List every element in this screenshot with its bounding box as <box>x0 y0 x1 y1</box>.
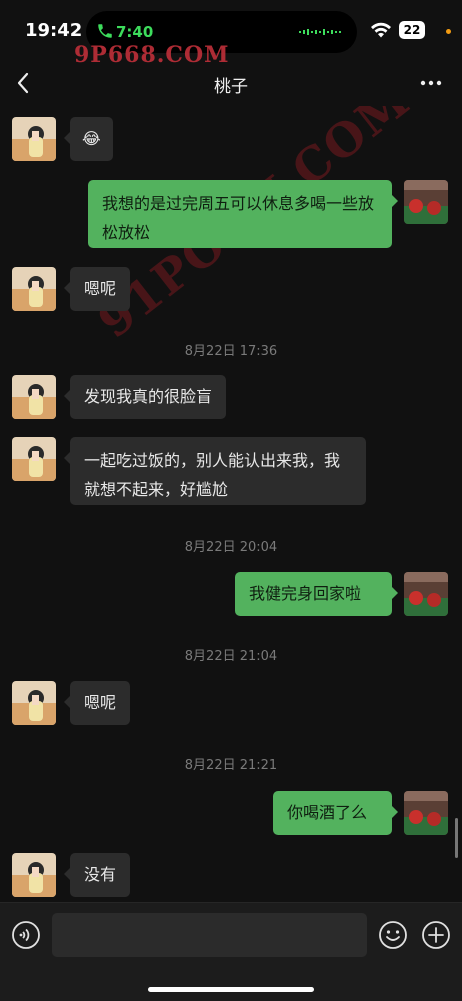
scrollbar[interactable] <box>455 818 458 858</box>
contact-avatar[interactable] <box>12 681 56 725</box>
message-timestamp: 8月22日 20:04 <box>184 540 278 555</box>
my-avatar[interactable] <box>404 180 448 224</box>
message-bubble-incoming[interactable]: 嗯呢 <box>63 267 131 311</box>
input-bar <box>0 902 462 1001</box>
message-bubble-outgoing[interactable]: 你喝酒了么 <box>273 791 398 835</box>
contact-avatar[interactable] <box>12 267 56 311</box>
plus-icon[interactable] <box>421 920 451 950</box>
nav-bar: 桃子 <box>0 62 462 106</box>
voice-icon[interactable] <box>11 920 41 950</box>
message-timestamp: 8月22日 17:36 <box>184 344 278 359</box>
message-list[interactable]: 91PORN.COM 😂 我想的是过完周五可以休息多喝一些放松放松 嗯呢 8月2… <box>0 106 462 902</box>
contact-avatar[interactable] <box>12 437 56 481</box>
contact-avatar[interactable] <box>12 853 56 897</box>
message-input[interactable] <box>52 913 367 957</box>
my-avatar[interactable] <box>404 791 448 835</box>
contact-avatar[interactable] <box>12 117 56 161</box>
contact-avatar[interactable] <box>12 375 56 419</box>
home-indicator <box>148 987 314 992</box>
privacy-dot <box>446 29 451 34</box>
message-timestamp: 8月22日 21:21 <box>184 758 278 773</box>
more-icon[interactable] <box>420 80 442 86</box>
waveform-icon <box>299 29 341 35</box>
status-bar: 19:42 7:40 22 9P668.COM <box>0 0 462 68</box>
battery-level: 22 <box>399 21 425 39</box>
message-bubble-incoming[interactable]: 一起吃过饭的，别人能认出来我，我就想不起来，好尴尬 <box>64 437 366 505</box>
wifi-icon <box>371 22 391 38</box>
message-bubble-incoming[interactable]: 没有 <box>63 853 131 897</box>
phone-icon <box>98 24 112 38</box>
message-bubble-outgoing[interactable]: 我想的是过完周五可以休息多喝一些放松放松 <box>88 180 398 248</box>
emoji-icon[interactable] <box>378 920 408 950</box>
message-timestamp: 8月22日 21:04 <box>184 649 278 664</box>
message-bubble-incoming[interactable]: 😂 <box>64 117 113 161</box>
chat-title: 桃子 <box>214 77 248 97</box>
my-avatar[interactable] <box>404 572 448 616</box>
call-duration: 7:40 <box>116 23 154 41</box>
message-bubble-outgoing[interactable]: 我健完身回家啦 <box>235 572 398 616</box>
message-bubble-incoming[interactable]: 发现我真的很脸盲 <box>63 375 227 419</box>
status-time: 19:42 <box>25 20 83 41</box>
message-bubble-incoming[interactable]: 嗯呢 <box>63 681 131 725</box>
